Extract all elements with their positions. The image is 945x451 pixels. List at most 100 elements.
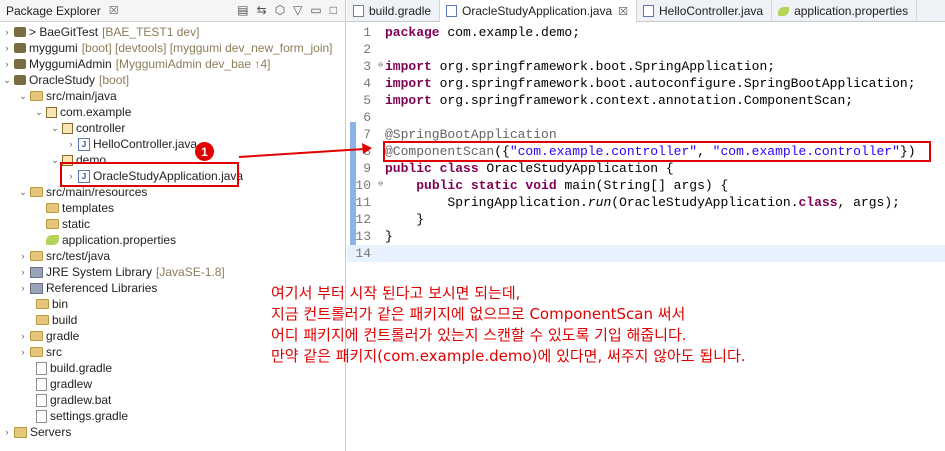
- tree-item-settings-gradle[interactable]: settings.gradle: [34, 408, 128, 424]
- folder-icon: [30, 331, 43, 341]
- tree-item-gradle[interactable]: › gradle: [18, 328, 80, 344]
- editor-tabs: build.gradle OracleStudyApplication.java…: [347, 0, 945, 22]
- close-tab-icon[interactable]: ☒: [618, 5, 628, 18]
- tree-item-gradlew-bat[interactable]: gradlew.bat: [34, 392, 111, 408]
- tree-item-servers[interactable]: › Servers: [2, 424, 72, 440]
- java-file-icon: [643, 5, 655, 17]
- collapse-icon[interactable]: ⌄: [50, 155, 60, 166]
- collapse-icon[interactable]: ⌄: [34, 107, 44, 118]
- tree-item-gradlew[interactable]: gradlew: [34, 376, 92, 392]
- component-scan-highlight: [383, 141, 931, 162]
- tab-build-gradle[interactable]: build.gradle: [347, 0, 441, 22]
- properties-icon: [46, 235, 59, 245]
- tree-item-jre-system-library[interactable]: › JRE System Library [JavaSE-1.8]: [18, 264, 225, 280]
- tree-item-src-main-java[interactable]: ⌄ src/main/java: [18, 88, 116, 104]
- folder-icon: [36, 299, 49, 309]
- file-icon: [36, 393, 47, 407]
- tree-item-baegittest[interactable]: › > BaeGitTest [BAE_TEST1 dev]: [2, 24, 200, 40]
- folder-icon: [14, 426, 27, 438]
- expand-icon[interactable]: ›: [2, 427, 12, 437]
- tree-item-controller[interactable]: ⌄ controller: [50, 120, 125, 136]
- code-line: 2: [363, 42, 371, 57]
- expand-icon[interactable]: ›: [18, 347, 28, 357]
- tree-item-src-test-java[interactable]: › src/test/java: [18, 248, 111, 264]
- tree-item-build-gradle[interactable]: build.gradle: [34, 360, 112, 376]
- code-line: 6: [363, 110, 371, 125]
- expand-icon[interactable]: ›: [18, 283, 28, 293]
- file-icon: [36, 377, 47, 391]
- maximize-icon[interactable]: □: [330, 3, 337, 17]
- fold-icon[interactable]: ⊖: [378, 179, 383, 189]
- file-icon: [36, 409, 47, 423]
- package-explorer-header: Package Explorer ☒ ▤ ⇆ ⬡ ▽ ▭ □: [0, 0, 345, 22]
- selected-file-highlight: [60, 162, 239, 187]
- expand-icon[interactable]: ›: [2, 59, 12, 69]
- expand-icon[interactable]: ›: [2, 43, 12, 53]
- tab-application-properties[interactable]: application.properties: [772, 0, 918, 22]
- collapse-all-icon[interactable]: ▤: [237, 3, 248, 17]
- folder-icon: [36, 315, 49, 325]
- collapse-icon[interactable]: ⌄: [18, 187, 28, 198]
- tree-item-myggumi[interactable]: › myggumi [boot] [devtools] [myggumi dev…: [2, 40, 333, 56]
- code-line: 12 }: [355, 212, 425, 227]
- package-icon: [62, 122, 73, 134]
- tree-item-myggumiadmin[interactable]: › MyggumiAdmin [MyggumiAdmin dev_bae ↑4]: [2, 56, 271, 72]
- expand-icon[interactable]: ›: [18, 267, 28, 277]
- tree-item-referenced-libraries[interactable]: › Referenced Libraries: [18, 280, 158, 296]
- package-icon: [46, 106, 57, 118]
- collapse-icon[interactable]: ⌄: [50, 123, 60, 134]
- fold-icon[interactable]: ⊖: [378, 60, 383, 70]
- expand-icon[interactable]: ›: [18, 251, 28, 261]
- code-line-current: 14: [347, 245, 945, 262]
- tree-item-application-properties[interactable]: application.properties: [34, 232, 176, 248]
- library-icon: [30, 266, 43, 278]
- source-folder-icon: [30, 251, 43, 261]
- folder-icon: [46, 203, 59, 213]
- note-line: 지금 컨트롤러가 같은 패키지에 없으므로 ComponentScan 써서: [271, 305, 686, 323]
- tab-oraclestudyapplication[interactable]: OracleStudyApplication.java ☒: [440, 0, 638, 22]
- code-line: 4 import org.springframework.boot.autoco…: [363, 76, 916, 91]
- package-explorer-panel: Package Explorer ☒ ▤ ⇆ ⬡ ▽ ▭ □ › > BaeGi…: [0, 0, 346, 451]
- tree-item-hellocontroller[interactable]: › J HelloController.java: [66, 136, 198, 152]
- expand-icon[interactable]: ›: [2, 27, 12, 37]
- close-view-icon[interactable]: ☒: [109, 4, 119, 17]
- file-icon: [353, 5, 364, 17]
- tree-item-build[interactable]: build: [34, 312, 77, 328]
- tree-item-bin[interactable]: bin: [34, 296, 68, 312]
- note-line: 어디 패키지에 컨트롤러가 있는지 스캔할 수 있도록 기입 해줍니다.: [271, 326, 687, 344]
- tree-item-src[interactable]: › src: [18, 344, 63, 360]
- properties-icon: [778, 6, 790, 16]
- focus-task-icon[interactable]: ⬡: [275, 3, 285, 17]
- folder-icon: [46, 219, 59, 229]
- annotation-note: 여기서 부터 시작 된다고 보시면 되는데, 지금 컨트롤러가 같은 패키지에 …: [271, 283, 746, 367]
- code-line: 10 ⊖ public static void main(String[] arg…: [355, 178, 729, 193]
- folder-icon: [30, 347, 43, 357]
- source-folder-icon: [30, 91, 43, 101]
- code-editor: build.gradle OracleStudyApplication.java…: [347, 0, 945, 451]
- code-line: 11 SpringApplication.run(OracleStudyAppl…: [355, 195, 900, 210]
- project-icon: [14, 59, 26, 69]
- code-line: 13 }: [355, 229, 393, 244]
- note-line: 여기서 부터 시작 된다고 보시면 되는데,: [271, 284, 521, 302]
- project-icon: [14, 27, 26, 37]
- code-line: 1 package com.example.demo;: [363, 25, 581, 40]
- collapse-icon[interactable]: ⌄: [2, 75, 12, 86]
- tree-item-oraclestudy[interactable]: ⌄ OracleStudy [boot]: [2, 72, 129, 88]
- link-with-editor-icon[interactable]: ⇆: [257, 3, 267, 17]
- tree-item-static[interactable]: static: [34, 216, 90, 232]
- view-menu-icon[interactable]: ▽: [293, 3, 302, 17]
- code-line: 9 public class OracleStudyApplication {: [363, 161, 674, 176]
- java-file-icon: J: [78, 137, 90, 151]
- code-line: 5 import org.springframework.context.ann…: [363, 93, 854, 108]
- source-folder-icon: [30, 187, 43, 197]
- tab-hellocontroller[interactable]: HelloController.java: [637, 0, 773, 22]
- minimize-icon[interactable]: ▭: [310, 3, 321, 17]
- tree-item-com-example[interactable]: ⌄ com.example: [34, 104, 131, 120]
- project-icon: [14, 43, 26, 53]
- java-file-icon: [446, 5, 458, 17]
- project-icon: [14, 75, 26, 85]
- tree-item-templates[interactable]: templates: [34, 200, 114, 216]
- expand-icon[interactable]: ›: [66, 139, 76, 149]
- collapse-icon[interactable]: ⌄: [18, 91, 28, 102]
- expand-icon[interactable]: ›: [18, 331, 28, 341]
